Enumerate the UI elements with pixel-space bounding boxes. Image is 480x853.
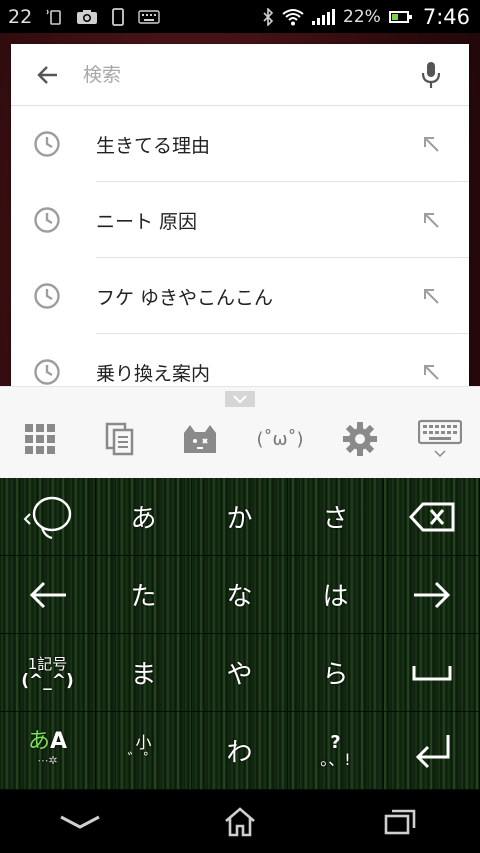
gear-icon (343, 422, 377, 456)
kana-key[interactable]: あ (96, 478, 192, 556)
arrow-up-left-icon (424, 137, 439, 152)
arrow-up-left-icon (424, 365, 439, 380)
symbol-key-top: 1記号 (27, 654, 68, 673)
kana-key[interactable]: か (192, 478, 288, 556)
kana-key[interactable]: わ (192, 712, 288, 790)
suggestion-text: 乗り換え案内 (96, 362, 211, 385)
small-key-top: 小 (135, 732, 152, 752)
keypad: あ か さ た な は 1記号 (^_^) ま や ら あA ⋯✲ 小 ゛゜ わ… (0, 478, 480, 790)
space-key[interactable] (384, 634, 480, 712)
backspace-key[interactable] (384, 478, 480, 556)
clock-time: 7:46 (422, 4, 470, 29)
voice-search-button[interactable] (393, 44, 469, 106)
symbol-key-bottom: (^_^) (21, 670, 74, 691)
fill-query-button[interactable] (393, 134, 469, 154)
kaomoji-button[interactable]: (˚ω˚) (240, 413, 320, 465)
keyboard-icon (418, 419, 462, 458)
chevron-down-icon (60, 815, 100, 829)
suggestion-item[interactable]: ニート 原因 (11, 182, 469, 258)
microphone-icon (421, 61, 441, 88)
phone-icon (112, 7, 125, 26)
battery-percent: 22% (343, 6, 381, 27)
punctuation-key[interactable]: ? 。、! (288, 712, 384, 790)
camera-icon (76, 9, 98, 25)
history-clock-icon (34, 207, 60, 233)
arrow-up-left-icon (424, 213, 439, 228)
space-icon (412, 665, 451, 680)
grid-icon (25, 424, 55, 454)
mobile-data-icon (46, 8, 62, 26)
arrow-up-left-icon (424, 289, 439, 304)
suggestion-text: 生きてる理由 (96, 134, 211, 157)
input-mode-label: あA (28, 730, 67, 752)
suggestion-item[interactable]: 乗り換え案内 (11, 334, 469, 386)
arrow-right-icon (413, 581, 450, 608)
small-key-bottom: ゛゜ (127, 749, 160, 769)
punct-key-top: ? (330, 731, 341, 753)
suggestion-item[interactable]: 生きてる理由 (11, 106, 469, 182)
emoji-button[interactable] (160, 413, 240, 465)
nav-home-button[interactable] (190, 790, 290, 853)
status-bar: 22 22% 7:46 (0, 0, 480, 33)
nav-recents-button[interactable] (350, 790, 450, 853)
history-clock-icon (34, 359, 60, 385)
kana-key[interactable]: さ (288, 478, 384, 556)
back-button[interactable] (11, 44, 83, 106)
fill-query-button[interactable] (393, 286, 469, 306)
enter-key[interactable] (384, 712, 480, 790)
suggestion-item[interactable]: フケ ゆきやこんこん (11, 258, 469, 334)
home-icon (225, 806, 255, 836)
small-dakuten-key[interactable]: 小 ゛゜ (96, 712, 192, 790)
search-bar (11, 44, 469, 106)
nav-back-button[interactable] (30, 790, 130, 853)
history-clock-icon (34, 283, 60, 309)
wifi-icon (282, 8, 304, 26)
fill-query-button[interactable] (393, 362, 469, 382)
clipboard-icon (105, 422, 134, 456)
input-mode-key[interactable]: あA ⋯✲ (0, 712, 96, 790)
arrow-left-icon (29, 581, 66, 608)
hiragana-mode-label: あ (27, 728, 50, 754)
notification-count: 22 (8, 5, 33, 28)
cursor-left-key[interactable] (0, 556, 96, 634)
cursor-right-key[interactable] (384, 556, 480, 634)
kaomoji-label: (˚ω˚) (256, 428, 304, 450)
history-clock-icon (34, 131, 60, 157)
undo-speech-icon (23, 496, 71, 539)
symbol-key[interactable]: 1記号 (^_^) (0, 634, 96, 712)
search-panel: 生きてる理由 ニート 原因 フケ ゆきやこんこん 乗り換え案内 (11, 44, 469, 386)
back-arrow-icon (37, 65, 57, 84)
kana-key[interactable]: ま (96, 634, 192, 712)
alpha-mode-label: A (49, 728, 68, 754)
fill-query-button[interactable] (393, 210, 469, 230)
kana-key[interactable]: な (192, 556, 288, 634)
settings-button[interactable] (320, 413, 400, 465)
signal-icon (312, 8, 336, 25)
kana-key[interactable]: た (96, 556, 192, 634)
enter-icon (415, 734, 449, 768)
keyboard-collapse-button[interactable] (225, 391, 255, 407)
punct-key-bottom: 。、! (320, 749, 351, 769)
recents-icon (384, 809, 416, 834)
apps-grid-button[interactable] (0, 413, 80, 465)
backspace-icon (408, 502, 454, 531)
mode-dots-icon: ⋯✲ (37, 753, 58, 767)
cat-face-icon (184, 425, 216, 453)
keyboard-toolbar: (˚ω˚) (0, 386, 480, 478)
keyboard-switch-button[interactable] (400, 413, 480, 465)
undo-key[interactable] (0, 478, 96, 556)
kana-key[interactable]: や (192, 634, 288, 712)
bluetooth-icon (262, 7, 274, 26)
chevron-down-icon (233, 395, 247, 404)
navigation-bar (0, 790, 480, 853)
kana-key[interactable]: は (288, 556, 384, 634)
clipboard-button[interactable] (80, 413, 160, 465)
search-input[interactable] (83, 54, 393, 95)
suggestion-text: フケ ゆきやこんこん (96, 286, 274, 309)
battery-icon (388, 10, 412, 23)
keyboard-status-icon (138, 9, 160, 24)
kana-key[interactable]: ら (288, 634, 384, 712)
suggestion-text: ニート 原因 (96, 210, 198, 233)
